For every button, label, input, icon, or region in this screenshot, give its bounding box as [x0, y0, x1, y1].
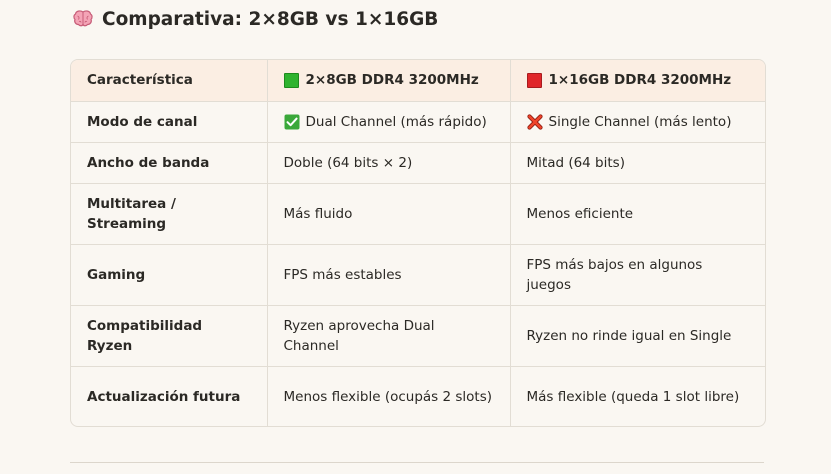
- header-option-b-label: 1×16GB DDR4 3200MHz: [548, 72, 732, 89]
- table-row: Compatibilidad Ryzen Ryzen aprovecha Dua…: [71, 305, 765, 367]
- brain-icon: [72, 8, 94, 30]
- row-option-b: Single Channel (más lento): [510, 101, 765, 143]
- row-option-a: Dual Channel (más rápido): [267, 101, 511, 143]
- cross-mark-icon: [526, 113, 543, 130]
- row-option-a: Ryzen aprovecha Dual Channel: [267, 305, 511, 367]
- table-row: Modo de canal Dual Channel (más rápido): [71, 101, 765, 143]
- section-divider: [70, 462, 764, 463]
- row-option-a: FPS más estables: [267, 244, 511, 306]
- row-option-b-text: Single Channel (más lento): [548, 113, 732, 130]
- page-title: Comparativa: 2×8GB vs 1×16GB: [102, 8, 439, 30]
- header-option-b: 1×16GB DDR4 3200MHz: [510, 60, 765, 102]
- row-option-a: Doble (64 bits × 2): [267, 142, 511, 184]
- row-feature: Compatibilidad Ryzen: [71, 305, 268, 367]
- row-option-b: FPS más bajos en algunos juegos: [510, 244, 765, 306]
- table-row: Gaming FPS más estables FPS más bajos en…: [71, 244, 765, 306]
- row-option-b: Más flexible (queda 1 slot libre): [526, 388, 740, 405]
- row-feature: Gaming: [71, 244, 268, 306]
- check-mark-icon: [284, 114, 300, 130]
- row-option-a: Más fluido: [267, 183, 511, 245]
- row-feature: Actualización futura: [71, 366, 268, 426]
- green-square-icon: [283, 72, 299, 88]
- row-option-b: Ryzen no rinde igual en Single: [510, 305, 765, 367]
- row-feature: Modo de canal: [71, 101, 268, 143]
- row-option-a-text: Dual Channel (más rápido): [305, 113, 487, 130]
- header-feature: Característica: [71, 60, 268, 102]
- header-option-a: 2×8GB DDR4 3200MHz: [267, 60, 511, 102]
- row-option-b: Mitad (64 bits): [510, 142, 765, 184]
- table-row: Actualización futura Menos flexible (ocu…: [71, 366, 765, 426]
- table-row: Multitarea / Streaming Más fluido Menos …: [71, 183, 765, 245]
- row-option-a: Menos flexible (ocupás 2 slots): [267, 366, 511, 426]
- table-row: Ancho de banda Doble (64 bits × 2) Mitad…: [71, 142, 765, 184]
- row-feature: Ancho de banda: [71, 142, 268, 184]
- section-heading: Comparativa: 2×8GB vs 1×16GB: [72, 6, 438, 32]
- row-feature: Multitarea / Streaming: [71, 183, 268, 245]
- red-square-icon: [526, 72, 542, 88]
- header-option-a-label: 2×8GB DDR4 3200MHz: [305, 72, 479, 89]
- comparison-table: Característica 2×8GB DDR4 3200MHz 1×16GB…: [70, 59, 766, 427]
- row-option-b: Menos eficiente: [510, 183, 765, 245]
- table-header-row: Característica 2×8GB DDR4 3200MHz 1×16GB…: [71, 60, 765, 102]
